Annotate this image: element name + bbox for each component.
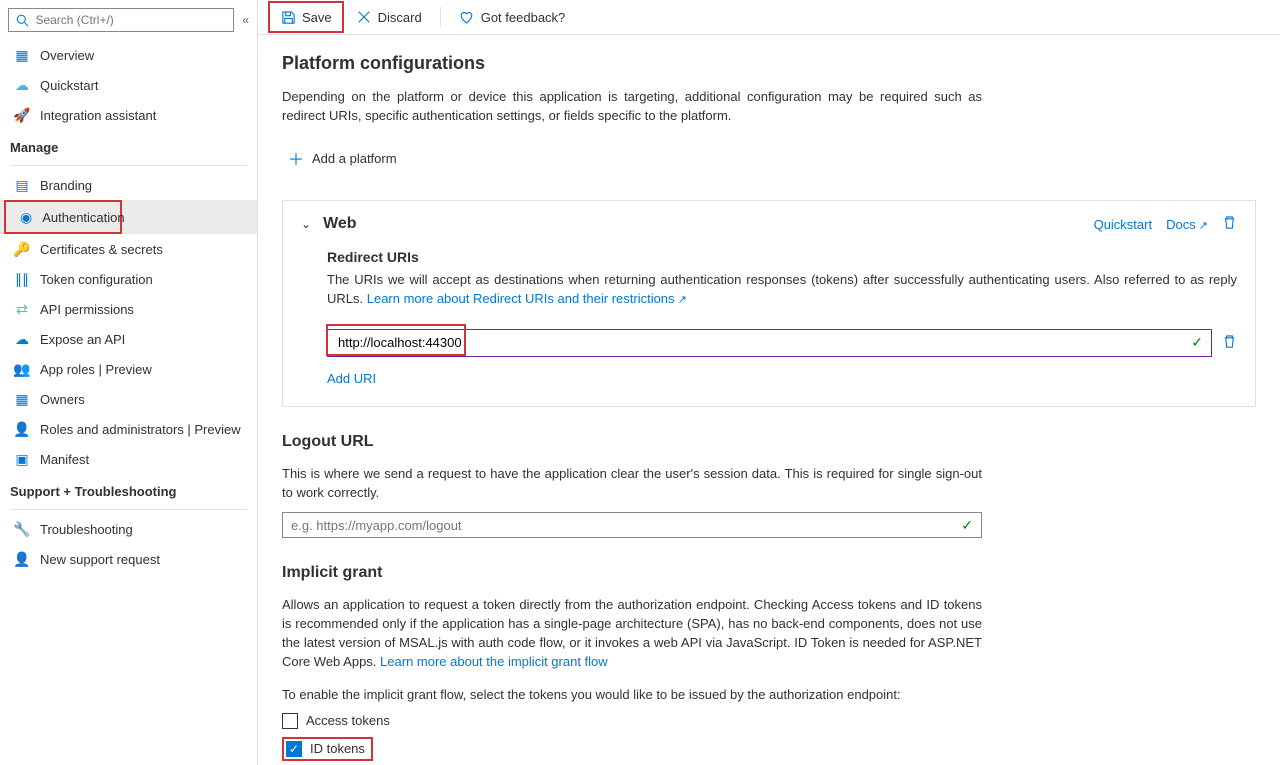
logout-title: Logout URL (282, 433, 982, 451)
redirect-uri-input[interactable] (338, 335, 1191, 350)
delete-platform-button[interactable] (1222, 215, 1237, 233)
external-link-icon: ↗ (675, 294, 687, 306)
search-icon (15, 12, 29, 28)
sidebar-item-roles-and-administrators-preview[interactable]: 👤 Roles and administrators | Preview (0, 414, 257, 444)
save-label: Save (302, 10, 332, 25)
external-link-icon: ↗ (1196, 220, 1208, 232)
quickstart-icon: ☁ (14, 77, 30, 93)
logout-url-input[interactable] (291, 518, 961, 533)
sidebar-item-token-configuration[interactable]: ∥∥ Token configuration (0, 264, 257, 294)
sidebar-item-authentication[interactable]: ◉Authentication (6, 202, 120, 232)
highlight-save: Save (268, 1, 344, 33)
web-title: Web (323, 215, 356, 233)
add-platform-button[interactable]: ＋ Add a platform (282, 140, 403, 176)
web-platform-card: ⌄ Web Quickstart Docs ↗ Redirect URIs Th… (282, 200, 1256, 407)
feedback-label: Got feedback? (481, 10, 566, 25)
feedback-button[interactable]: Got feedback? (451, 5, 574, 29)
sidebar-item-label: New support request (40, 552, 160, 567)
branding-icon: ▤ (14, 177, 30, 193)
platform-desc: Depending on the platform or device this… (282, 88, 982, 126)
toolbar: Save Discard Got feedback? (258, 0, 1280, 35)
sidebar-item-label: App roles | Preview (40, 362, 152, 377)
sidebar-item-label: Overview (40, 48, 94, 63)
web-quickstart-link[interactable]: Quickstart (1094, 217, 1153, 232)
search-input[interactable] (35, 13, 227, 27)
sidebar: « ▦ Overview ☁ Quickstart 🚀 Integration assis… (0, 0, 258, 765)
save-button[interactable]: Save (272, 5, 340, 29)
check-icon: ✓ (1191, 334, 1203, 351)
admins-icon: 👤 (14, 421, 30, 437)
sidebar-item-label: Integration assistant (40, 108, 156, 123)
sidebar-item-label: Troubleshooting (40, 522, 133, 537)
platform-title: Platform configurations (282, 53, 1256, 74)
heart-icon (459, 9, 475, 25)
save-icon (280, 9, 296, 25)
discard-label: Discard (378, 10, 422, 25)
implicit-enable-desc: To enable the implicit grant flow, selec… (282, 686, 982, 705)
sidebar-item-quickstart[interactable]: ☁ Quickstart (0, 70, 257, 100)
sidebar-item-label: API permissions (40, 302, 134, 317)
redirect-uris-title: Redirect URIs (327, 249, 1237, 265)
api-icon: ⇄ (14, 301, 30, 317)
token-icon: ∥∥ (14, 271, 30, 287)
auth-icon: ◉ (20, 209, 32, 225)
sidebar-item-integration-assistant[interactable]: 🚀 Integration assistant (0, 100, 257, 130)
sidebar-item-authentication-row[interactable]: ◉ Authentication (0, 200, 257, 234)
sidebar-item-branding[interactable]: ▤ Branding (0, 170, 257, 200)
access-tokens-checkbox[interactable] (282, 713, 298, 729)
support-icon: 👤 (14, 551, 30, 567)
id-tokens-checkbox[interactable]: ✓ (286, 741, 302, 757)
highlight-authentication: ◉ Authentication (4, 200, 122, 234)
owners-icon: ▦ (14, 391, 30, 407)
redirect-learn-more-link[interactable]: Learn more about Redirect URIs and their… (367, 291, 687, 306)
sidebar-item-label: Manifest (40, 452, 89, 467)
sidebar-item-label: Token configuration (40, 272, 153, 287)
rocket-icon: 🚀 (14, 107, 30, 123)
sidebar-item-troubleshooting[interactable]: 🔧 Troubleshooting (0, 514, 257, 544)
plus-icon: ＋ (288, 146, 304, 170)
implicit-title: Implicit grant (282, 564, 982, 582)
sidebar-item-api-permissions[interactable]: ⇄ API permissions (0, 294, 257, 324)
web-docs-link[interactable]: Docs ↗ (1166, 217, 1208, 232)
close-icon (356, 9, 372, 25)
sidebar-item-label: Branding (40, 178, 92, 193)
section-manage: Manage (0, 130, 257, 161)
overview-icon: ▦ (14, 47, 30, 63)
highlight-id-tokens: ✓ ID tokens (282, 737, 373, 761)
logout-desc: This is where we send a request to have … (282, 465, 982, 503)
sidebar-item-label: Owners (40, 392, 85, 407)
add-uri-link[interactable]: Add URI (327, 371, 376, 386)
delete-uri-button[interactable] (1222, 334, 1237, 352)
sidebar-item-expose-an-api[interactable]: ☁ Expose an API (0, 324, 257, 354)
check-icon: ✓ (961, 517, 973, 534)
sidebar-item-new-support-request[interactable]: 👤 New support request (0, 544, 257, 574)
wrench-icon: 🔧 (14, 521, 30, 537)
redirect-uri-input-wrapper: ✓ (327, 329, 1212, 357)
sidebar-item-label: Authentication (42, 210, 124, 225)
implicit-learn-link[interactable]: Learn more about the implicit grant flow (380, 654, 608, 669)
sidebar-item-label: Certificates & secrets (40, 242, 163, 257)
sidebar-item-app-roles-preview[interactable]: 👥 App roles | Preview (0, 354, 257, 384)
section-support: Support + Troubleshooting (0, 474, 257, 505)
logout-url-input-wrapper: ✓ (282, 512, 982, 538)
access-tokens-label: Access tokens (306, 713, 390, 728)
sidebar-item-label: Expose an API (40, 332, 125, 347)
search-box[interactable] (8, 8, 234, 32)
chevron-down-icon[interactable]: ⌄ (301, 217, 311, 231)
sidebar-item-certificates-secrets[interactable]: 🔑 Certificates & secrets (0, 234, 257, 264)
add-platform-label: Add a platform (312, 151, 397, 166)
cloud-icon: ☁ (14, 331, 30, 347)
key-icon: 🔑 (14, 241, 30, 257)
sidebar-item-manifest[interactable]: ▣ Manifest (0, 444, 257, 474)
sidebar-item-owners[interactable]: ▦ Owners (0, 384, 257, 414)
sidebar-item-label: Quickstart (40, 78, 99, 93)
sidebar-item-label: Roles and administrators | Preview (40, 422, 241, 437)
manifest-icon: ▣ (14, 451, 30, 467)
sidebar-item-overview[interactable]: ▦ Overview (0, 40, 257, 70)
roles-icon: 👥 (14, 361, 30, 377)
collapse-sidebar-icon[interactable]: « (242, 13, 249, 27)
id-tokens-label: ID tokens (310, 741, 365, 756)
discard-button[interactable]: Discard (348, 5, 430, 29)
